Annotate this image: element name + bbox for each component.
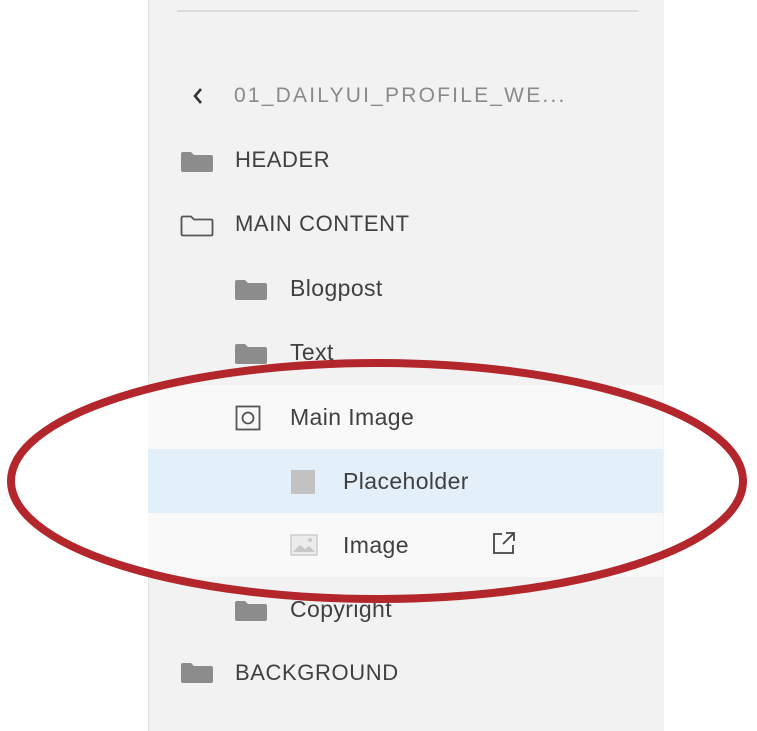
layer-label: Main Image (290, 403, 415, 430)
breadcrumb-label: 01_DAILYUI_PROFILE_WE... (234, 84, 567, 107)
image-icon (290, 534, 318, 556)
folder-filled-icon (234, 343, 268, 365)
layer-item-copyright[interactable]: Copyright (148, 577, 663, 641)
panel-top-divider (177, 10, 638, 12)
layer-label: Copyright (290, 595, 393, 622)
folder-filled-icon (180, 662, 214, 684)
layer-label: Image (343, 531, 409, 558)
layer-label: Text (290, 338, 334, 365)
layer-item-placeholder[interactable]: Placeholder (148, 449, 663, 513)
folder-filled-icon (180, 151, 214, 173)
rectangle-icon (290, 469, 316, 495)
layer-label: HEADER (235, 147, 331, 172)
folder-filled-icon (234, 600, 268, 622)
folder-filled-icon (234, 279, 268, 301)
mask-group-icon (235, 405, 261, 431)
screenshot-stage: 01_DAILYUI_PROFILE_WE... HEADER MAIN CON… (0, 0, 757, 731)
layer-item-main-image[interactable]: Main Image (148, 385, 663, 449)
layer-item-main-content[interactable]: MAIN CONTENT (148, 192, 663, 256)
layer-label: BACKGROUND (235, 660, 399, 685)
layer-label: MAIN CONTENT (235, 211, 410, 236)
chevron-left-icon[interactable] (192, 87, 204, 105)
external-link-icon[interactable] (491, 530, 517, 556)
layer-item-image[interactable]: Image (148, 513, 663, 577)
layer-item-blogpost[interactable]: Blogpost (148, 256, 663, 320)
layer-item-background[interactable]: BACKGROUND (148, 641, 663, 705)
folder-open-icon (180, 215, 214, 237)
layer-label: Placeholder (343, 467, 469, 494)
layer-label: Blogpost (290, 274, 383, 301)
layer-item-header[interactable]: HEADER (148, 128, 663, 192)
breadcrumb[interactable]: 01_DAILYUI_PROFILE_WE... (148, 64, 663, 128)
layer-item-text[interactable]: Text (148, 320, 663, 384)
